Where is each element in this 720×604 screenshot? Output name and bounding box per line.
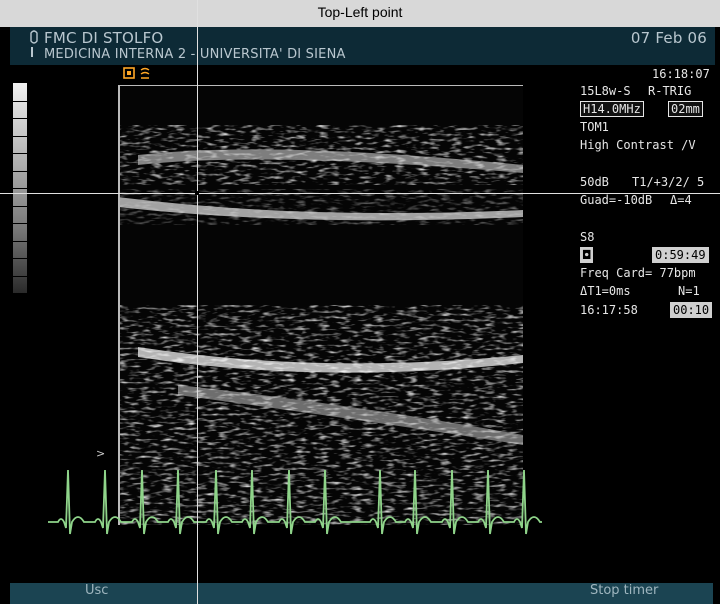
crosshair-center xyxy=(195,191,199,195)
crosshair-vertical xyxy=(197,0,198,604)
crosshair-horizontal xyxy=(0,193,720,194)
ecg-waveform xyxy=(48,469,542,535)
ecg-trace xyxy=(48,469,542,535)
